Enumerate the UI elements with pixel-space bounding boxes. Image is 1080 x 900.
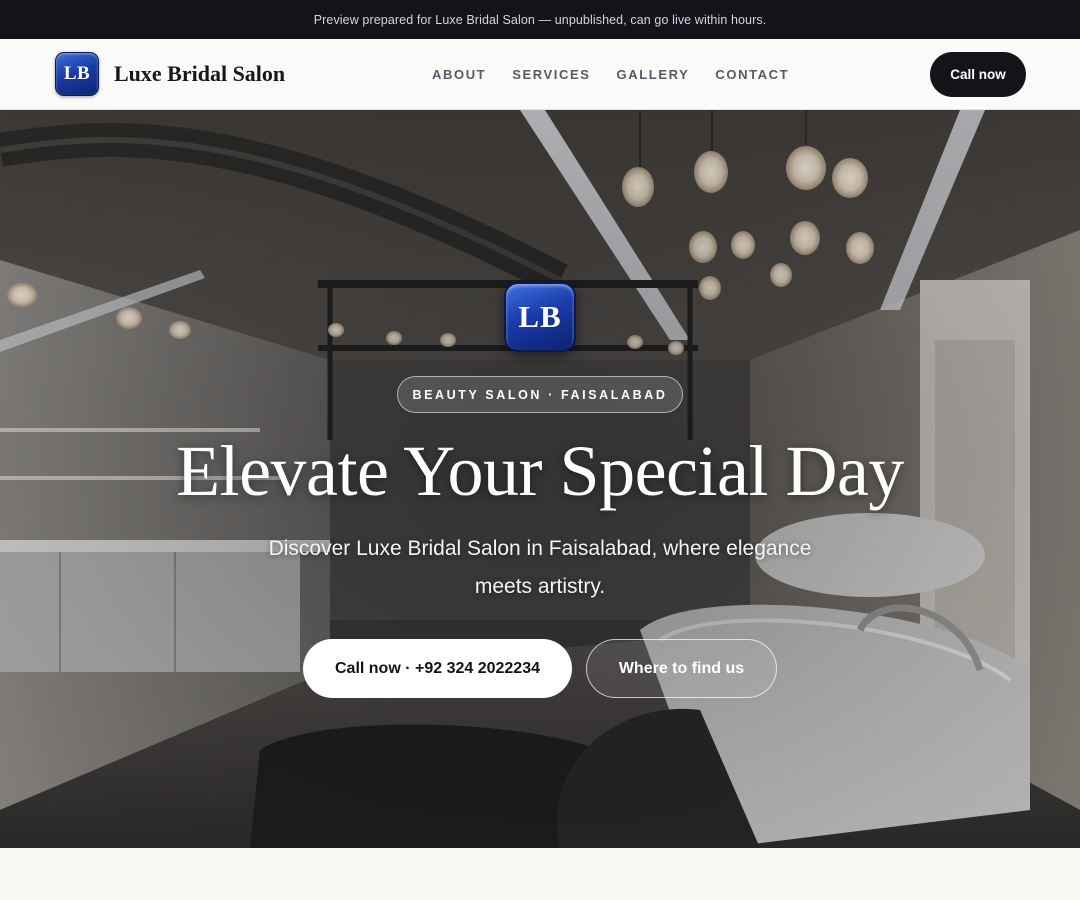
hero-title: Elevate Your Special Day: [176, 431, 904, 511]
hero-section: LB BEAUTY SALON · FAISALABAD Elevate You…: [0, 110, 1080, 848]
site-header: LB Luxe Bridal Salon ABOUT SERVICES GALL…: [0, 39, 1080, 110]
main-nav: ABOUT SERVICES GALLERY CONTACT: [432, 39, 789, 109]
nav-contact[interactable]: CONTACT: [715, 67, 789, 82]
next-section: [0, 848, 1080, 900]
hero-logo-icon: LB: [504, 282, 576, 352]
brand-name: Luxe Bridal Salon: [114, 61, 286, 86]
hero-subtitle: Discover Luxe Bridal Salon in Faisalabad…: [268, 537, 812, 598]
preview-banner: Preview prepared for Luxe Bridal Salon —…: [0, 0, 1080, 39]
brand[interactable]: LB Luxe Bridal Salon: [55, 52, 285, 96]
hero-logo-text: LB: [518, 299, 562, 334]
logo-icon: LB: [55, 52, 99, 96]
find-us-button[interactable]: Where to find us: [586, 639, 777, 698]
nav-services[interactable]: SERVICES: [512, 67, 590, 82]
call-now-button[interactable]: Call now · +92 324 2022234: [303, 639, 572, 698]
nav-gallery[interactable]: GALLERY: [617, 67, 690, 82]
preview-banner-text: Preview prepared for Luxe Bridal Salon —…: [313, 12, 767, 27]
hero-eyebrow-text: BEAUTY SALON · FAISALABAD: [412, 387, 668, 402]
header-call-button[interactable]: Call now: [930, 52, 1026, 97]
nav-about[interactable]: ABOUT: [432, 67, 486, 82]
logo-text: LB: [63, 63, 91, 84]
hero-eyebrow-badge: BEAUTY SALON · FAISALABAD: [397, 376, 683, 413]
